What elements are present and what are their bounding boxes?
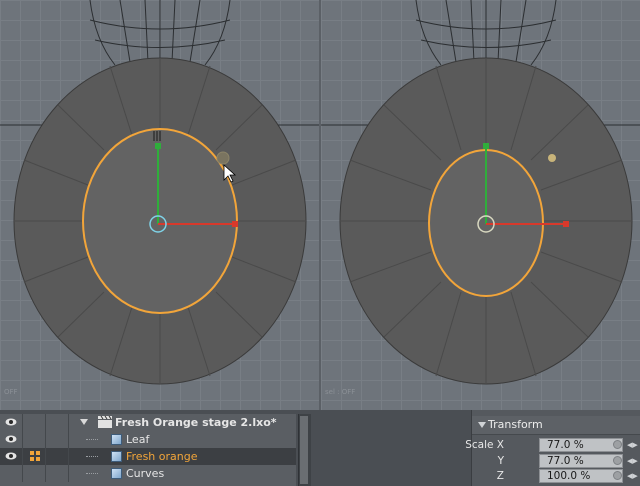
- scale-y-stepper-icon[interactable]: ◀▶: [627, 457, 638, 465]
- scale-x-stepper-icon[interactable]: ◀▶: [627, 441, 638, 449]
- tree-connector: [86, 456, 98, 458]
- scale-y-label: Y: [497, 455, 504, 467]
- tree-connector: [86, 439, 98, 441]
- scale-x-keyframe-icon[interactable]: [613, 440, 622, 449]
- items-list: Fresh Orange stage 2.lxo* Leaf Fresh ora…: [0, 414, 296, 486]
- eye-icon[interactable]: [5, 435, 17, 443]
- scale-y-field[interactable]: 77.0 %: [539, 454, 623, 468]
- viewport-right-label: sel : OFF: [325, 388, 356, 396]
- scene-name: Fresh Orange stage 2.lxo*: [115, 416, 277, 429]
- eye-icon[interactable]: [5, 452, 17, 460]
- scale-z-stepper-icon[interactable]: ◀▶: [627, 472, 638, 480]
- render-grid-icon[interactable]: [30, 451, 40, 461]
- scale-z-label: Z: [496, 470, 504, 482]
- viewport-left-canvas[interactable]: [0, 0, 320, 410]
- orange-mesh: [13, 57, 307, 385]
- mesh-cube-icon: [111, 451, 122, 462]
- eye-icon[interactable]: [5, 418, 17, 426]
- viewport-right[interactable]: sel : OFF: [321, 0, 640, 410]
- transform-section-header[interactable]: Transform: [472, 416, 640, 435]
- viewport-right-canvas[interactable]: [321, 0, 640, 410]
- item-name: Fresh orange: [126, 450, 198, 463]
- properties-panel: Transform Scale X 77.0 % ◀▶ Y 77.0 % ◀▶ …: [465, 410, 640, 486]
- scene-clapper-icon: [98, 416, 112, 428]
- scale-z-field[interactable]: 100.0 %: [539, 469, 623, 483]
- scale-x-row: Scale X 77.0 % ◀▶: [465, 438, 640, 453]
- list-item[interactable]: Fresh Orange stage 2.lxo*: [0, 414, 296, 431]
- item-name: Leaf: [126, 433, 150, 446]
- scrollbar-thumb[interactable]: [300, 416, 308, 484]
- item-name: Curves: [126, 467, 165, 480]
- viewport-left-label: OFF: [4, 388, 18, 396]
- section-title: Transform: [488, 418, 543, 431]
- scale-y-row: Y 77.0 % ◀▶: [472, 454, 640, 469]
- mesh-cube-icon: [111, 468, 122, 479]
- scale-z-keyframe-icon[interactable]: [613, 471, 622, 480]
- scale-y-keyframe-icon[interactable]: [613, 456, 622, 465]
- viewport-left[interactable]: OFF: [0, 0, 320, 410]
- list-item[interactable]: Curves: [0, 465, 296, 482]
- list-item[interactable]: Leaf: [0, 431, 296, 448]
- tree-connector: [86, 473, 98, 475]
- collapse-triangle-icon[interactable]: [478, 422, 486, 428]
- list-item[interactable]: Fresh orange: [0, 448, 296, 465]
- expand-triangle-icon[interactable]: [80, 419, 88, 425]
- mesh-cube-icon: [111, 434, 122, 445]
- scale-x-field[interactable]: 77.0 %: [539, 438, 623, 452]
- scale-x-label: Scale X: [465, 439, 504, 451]
- scale-z-row: Z 100.0 % ◀▶: [472, 469, 640, 484]
